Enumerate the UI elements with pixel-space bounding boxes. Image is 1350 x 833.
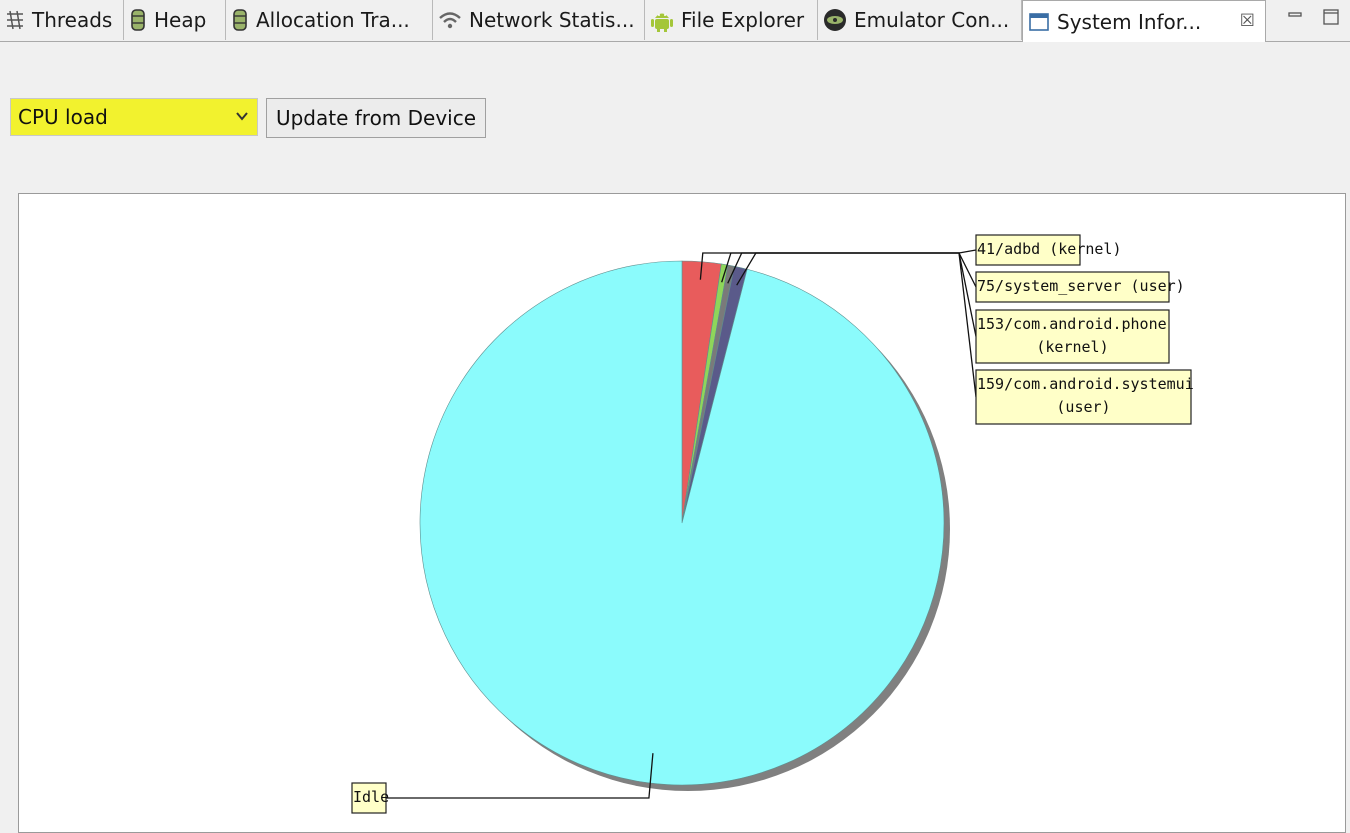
close-icon[interactable]: ☒ bbox=[1240, 11, 1255, 31]
pie-label-159-com-android-systemui-user: 159/com.android.systemui bbox=[977, 375, 1194, 393]
tab-system-information[interactable]: System Infor... ☒ bbox=[1022, 0, 1266, 42]
android-icon bbox=[651, 13, 673, 32]
chevron-down-icon bbox=[236, 112, 248, 121]
update-from-device-button[interactable]: Update from Device bbox=[266, 98, 486, 138]
heap-icon bbox=[131, 9, 145, 31]
pie-label-idle: Idle bbox=[353, 788, 389, 806]
tab-label: Threads bbox=[32, 8, 113, 32]
tab-heap[interactable]: Heap bbox=[124, 0, 226, 40]
view-type-dropdown[interactable]: CPU load bbox=[10, 98, 258, 136]
tab-bar: Threads Heap Allocation Tra... Network S… bbox=[0, 0, 1350, 42]
maximize-icon[interactable] bbox=[1322, 8, 1340, 26]
tab-network-statistics[interactable]: Network Statis... bbox=[433, 0, 645, 40]
pie-label-153-com-android-phone-kernel-line2: (kernel) bbox=[1036, 338, 1108, 356]
minimize-icon[interactable] bbox=[1286, 8, 1304, 26]
tab-label: Emulator Con... bbox=[854, 8, 1010, 32]
threads-icon bbox=[7, 10, 23, 30]
wifi-icon bbox=[439, 12, 461, 29]
allocation-icon bbox=[233, 9, 247, 31]
tab-label: Heap bbox=[154, 8, 207, 32]
tab-emulator-control[interactable]: Emulator Con... bbox=[818, 0, 1022, 40]
cpu-load-pie-chart: 41/adbd (kernel) 75/system_server (user) 1… bbox=[351, 234, 1194, 814]
window-icon bbox=[1029, 12, 1049, 31]
tab-label: Allocation Tra... bbox=[256, 8, 410, 32]
tab-label: File Explorer bbox=[681, 8, 805, 32]
chart-panel: 41/adbd (kernel) 75/system_server (user) 1… bbox=[18, 193, 1346, 833]
tab-divider bbox=[0, 41, 1022, 42]
tab-file-explorer[interactable]: File Explorer bbox=[645, 0, 818, 40]
pie-label-153-com-android-phone-kernel: 153/com.android.phone bbox=[977, 315, 1167, 333]
tab-label: Network Statis... bbox=[469, 8, 635, 32]
pie-label-75-system-server-user: 75/system_server (user) bbox=[977, 277, 1185, 295]
tab-divider bbox=[1265, 41, 1350, 42]
dropdown-value: CPU load bbox=[18, 105, 108, 129]
tab-allocation-tracker[interactable]: Allocation Tra... bbox=[226, 0, 433, 40]
pie-label-41-adbd-kernel: 41/adbd (kernel) bbox=[977, 240, 1122, 258]
tab-threads[interactable]: Threads bbox=[0, 0, 124, 40]
emulator-icon bbox=[824, 9, 846, 31]
tab-label: System Infor... bbox=[1057, 9, 1202, 34]
pie-label-159-com-android-systemui-user-line2: (user) bbox=[1056, 398, 1110, 416]
pie-slice-idle bbox=[419, 260, 945, 786]
